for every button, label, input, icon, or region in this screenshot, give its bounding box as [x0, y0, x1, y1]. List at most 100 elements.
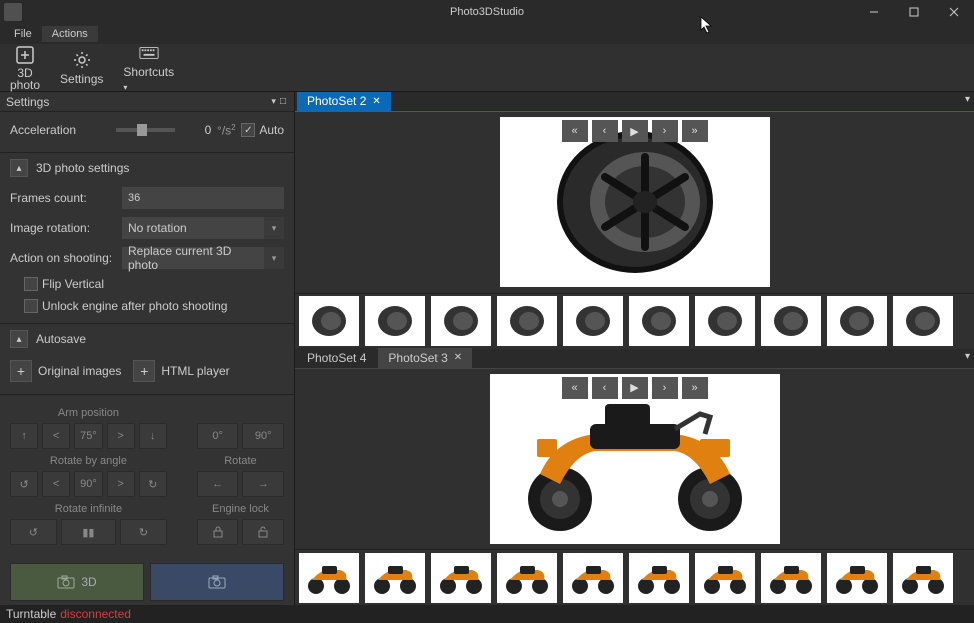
thumbnail[interactable]: [497, 553, 557, 603]
nav-play-button[interactable]: ▶: [622, 377, 648, 399]
thumbnail[interactable]: [299, 296, 359, 346]
flip-vertical-checkbox[interactable]: [24, 277, 38, 291]
titlebar: Photo3DStudio: [0, 0, 974, 24]
arm-left-button[interactable]: <: [42, 423, 70, 449]
capture-photo-button[interactable]: [150, 563, 284, 601]
nav-prev-button[interactable]: ‹: [592, 120, 618, 142]
deg0-button[interactable]: 0°: [197, 423, 239, 449]
image-rotation-value: No rotation: [128, 221, 187, 235]
image-rotation-select[interactable]: No rotation ▾: [122, 217, 284, 239]
nav-first-button[interactable]: «: [562, 377, 588, 399]
acceleration-value: 0: [181, 123, 211, 137]
viewer-photoset2: « ‹ ▶ › »: [295, 112, 974, 293]
tab-photoset3[interactable]: PhotoSet 3 ✕: [378, 348, 472, 368]
thumbnail[interactable]: [695, 296, 755, 346]
tab-close-icon[interactable]: ✕: [454, 352, 462, 363]
rotate-cw-button[interactable]: ↻: [139, 471, 167, 497]
tabstrip-menu-icon[interactable]: ▾: [965, 94, 970, 105]
nav-last-button[interactable]: »: [682, 120, 708, 142]
rotate-ccw-button[interactable]: ↺: [10, 471, 38, 497]
infinite-cw-button[interactable]: ↻: [120, 519, 167, 545]
thumbnail[interactable]: [761, 553, 821, 603]
thumbnail[interactable]: [365, 296, 425, 346]
thumbnail[interactable]: [629, 296, 689, 346]
deg90-button[interactable]: 90°: [242, 423, 284, 449]
thumbnail[interactable]: [827, 296, 887, 346]
rotate-angle-display[interactable]: 90°: [74, 471, 102, 497]
ribbon-settings[interactable]: Settings: [54, 50, 109, 86]
capture-3d-label: 3D: [81, 575, 96, 589]
thumbnail[interactable]: [431, 296, 491, 346]
rotate-right-button[interactable]: →: [242, 471, 284, 497]
capture-3d-button[interactable]: 3D: [10, 563, 144, 601]
tab-photoset2[interactable]: PhotoSet 2 ✕: [297, 92, 391, 111]
nav-prev-button[interactable]: ‹: [592, 377, 618, 399]
thumbnail[interactable]: [365, 553, 425, 603]
maximize-button[interactable]: [894, 0, 934, 24]
nav-next-button[interactable]: ›: [652, 120, 678, 142]
ribbon-3d-photo[interactable]: 3D photo: [4, 45, 46, 91]
rotate-left-button[interactable]: ←: [197, 471, 239, 497]
nav-play-button[interactable]: ▶: [622, 120, 648, 142]
thumbnail[interactable]: [563, 553, 623, 603]
ribbon-shortcuts[interactable]: Shortcuts▾: [117, 43, 180, 93]
panel-caret-icon[interactable]: ▾: [269, 96, 278, 107]
nav-last-button[interactable]: »: [682, 377, 708, 399]
arm-angle-display[interactable]: 75°: [74, 423, 102, 449]
unlock-engine-checkbox[interactable]: [24, 299, 38, 313]
app-icon: [4, 3, 22, 21]
arm-right-button[interactable]: >: [107, 423, 135, 449]
engine-lock-button[interactable]: [197, 519, 239, 545]
menu-actions[interactable]: Actions: [42, 26, 98, 42]
filmstrip-photoset3[interactable]: [295, 549, 974, 605]
auto-checkbox[interactable]: ✓: [241, 123, 255, 137]
infinite-ccw-button[interactable]: ↺: [10, 519, 57, 545]
minimize-button[interactable]: [854, 0, 894, 24]
action-shooting-select[interactable]: Replace current 3D photo ▾: [122, 247, 284, 269]
thumbnail[interactable]: [761, 296, 821, 346]
original-images-label: Original images: [38, 364, 121, 378]
flip-vertical-label: Flip Vertical: [42, 277, 104, 291]
nav-next-button[interactable]: ›: [652, 377, 678, 399]
acceleration-slider[interactable]: [116, 128, 175, 132]
section-3d-settings[interactable]: ▴ 3D photo settings: [0, 153, 294, 183]
thumbnail[interactable]: [431, 553, 491, 603]
collapse-icon[interactable]: ▴: [10, 159, 28, 177]
panel-close-icon[interactable]: □: [278, 96, 288, 107]
thumbnail[interactable]: [497, 296, 557, 346]
collapse-icon[interactable]: ▴: [10, 330, 28, 348]
viewer-photoset3: « ‹ ▶ › »: [295, 369, 974, 550]
arm-up-button[interactable]: ↑: [10, 423, 38, 449]
filmstrip-photoset2[interactable]: [295, 293, 974, 349]
close-button[interactable]: [934, 0, 974, 24]
angle-increase-button[interactable]: >: [107, 471, 135, 497]
arm-down-button[interactable]: ↓: [139, 423, 167, 449]
thumbnail[interactable]: [893, 296, 953, 346]
status-turntable-value: disconnected: [60, 607, 131, 621]
add-html-player-button[interactable]: +: [133, 360, 155, 382]
html-player-label: HTML player: [161, 364, 229, 378]
preview-image-atv: [490, 374, 780, 544]
engine-lock-label: Engine lock: [197, 503, 284, 515]
infinite-pause-button[interactable]: ▮▮: [61, 519, 117, 545]
app-title: Photo3DStudio: [450, 6, 524, 18]
frames-count-input[interactable]: [122, 187, 284, 209]
tab-close-icon[interactable]: ✕: [372, 96, 380, 107]
menu-file[interactable]: File: [4, 26, 42, 42]
section-autosave[interactable]: ▴ Autosave: [0, 323, 294, 354]
nav-first-button[interactable]: «: [562, 120, 588, 142]
tabstrip-menu-icon[interactable]: ▾: [965, 351, 970, 362]
thumbnail[interactable]: [563, 296, 623, 346]
angle-decrease-button[interactable]: <: [42, 471, 70, 497]
add-original-images-button[interactable]: +: [10, 360, 32, 382]
thumbnail[interactable]: [827, 553, 887, 603]
tabstrip-top: PhotoSet 2 ✕ ▾: [295, 92, 974, 112]
engine-unlock-button[interactable]: [242, 519, 284, 545]
chevron-down-icon: ▾: [264, 247, 284, 269]
thumbnail[interactable]: [299, 553, 359, 603]
thumbnail[interactable]: [893, 553, 953, 603]
tab-photoset4[interactable]: PhotoSet 4: [297, 348, 376, 368]
thumbnail[interactable]: [629, 553, 689, 603]
thumbnail[interactable]: [695, 553, 755, 603]
menubar: File Actions: [0, 24, 974, 44]
